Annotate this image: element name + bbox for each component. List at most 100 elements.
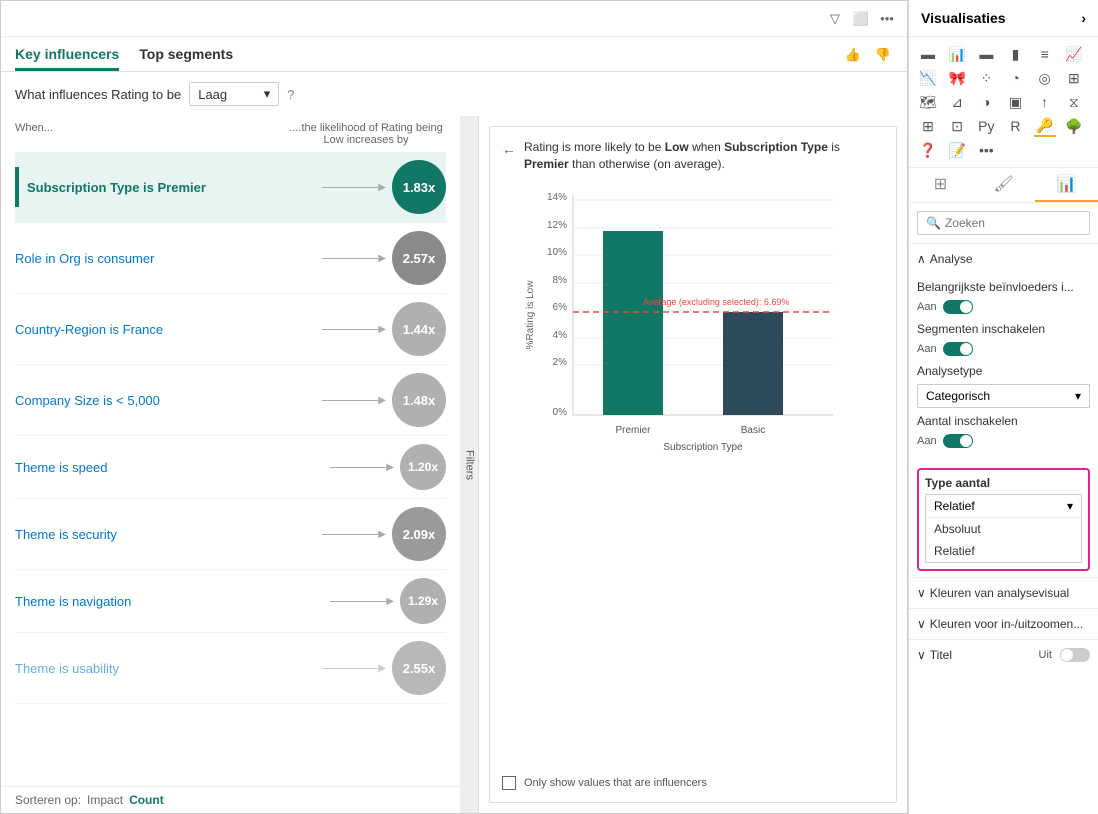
arrow-line	[320, 601, 400, 602]
svg-text:6%: 6%	[553, 302, 568, 313]
donut-chart-icon[interactable]: ◎	[1034, 67, 1056, 89]
left-panel: When... ....the likelihood of Rating bei…	[1, 116, 461, 813]
list-item[interactable]: Theme is speed 1.20x	[15, 436, 446, 499]
table-icon[interactable]: ⊞	[917, 115, 939, 137]
decomp-tree-icon[interactable]: 🌳	[1063, 115, 1085, 137]
treemap-icon[interactable]: ⊞	[1063, 67, 1085, 89]
influencer-bubble: 1.20x	[400, 444, 446, 490]
line-chart-icon[interactable]: 📈	[1063, 43, 1085, 65]
list-item[interactable]: Theme is security 2.09x	[15, 499, 446, 570]
qna-icon[interactable]: ❓	[917, 139, 939, 161]
slicer-icon[interactable]: ⧖	[1063, 91, 1085, 113]
titel-toggle[interactable]	[1060, 648, 1090, 662]
tab-fields[interactable]: ⊞	[909, 168, 972, 202]
list-item[interactable]: Theme is navigation 1.29x	[15, 570, 446, 633]
sidebar-header: Visualisaties ›	[909, 0, 1098, 37]
titel-label: Titel	[930, 648, 952, 662]
arrow-line	[312, 187, 392, 188]
tab-top-segments[interactable]: Top segments	[139, 46, 233, 71]
help-icon[interactable]: ?	[287, 87, 294, 102]
filters-strip[interactable]: Filters	[461, 116, 479, 813]
key-influencers-icon[interactable]: 🔑	[1034, 115, 1056, 137]
card-icon[interactable]: ▣	[1004, 91, 1026, 113]
tab-format[interactable]: 🖌	[972, 168, 1035, 202]
smart-narrative-icon[interactable]: 📝	[946, 139, 968, 161]
matrix-icon[interactable]: ⊡	[946, 115, 968, 137]
content-area: When... ....the likelihood of Rating bei…	[1, 116, 907, 813]
list-item[interactable]: Country-Region is France 1.44x	[15, 294, 446, 365]
only-influencers-checkbox[interactable]	[502, 776, 516, 790]
search-input[interactable]	[945, 216, 1098, 230]
list-item[interactable]: Theme is usability 2.55x	[15, 633, 446, 704]
thumbs-down-icon[interactable]: 👎	[873, 45, 893, 65]
area-chart-icon[interactable]: 📉	[917, 67, 939, 89]
kpi-icon[interactable]: ↑	[1034, 91, 1056, 113]
ribbon-chart-icon[interactable]: 🎀	[946, 67, 968, 89]
bar-chart-icon[interactable]: ▬	[917, 43, 939, 65]
tabs-container: Key influencers Top segments	[15, 46, 233, 71]
kleuren-analyse-header[interactable]: ∨ Kleuren van analysevisual	[909, 578, 1098, 608]
clustered-bar-icon[interactable]: ≡	[1034, 43, 1056, 65]
chevron-down-icon: ▾	[1067, 499, 1073, 513]
analysetype-dropdown[interactable]: Categorisch ▾	[917, 384, 1090, 408]
r-visual-icon[interactable]: R	[1004, 115, 1026, 137]
stacked-bar-icon[interactable]: ▬	[975, 43, 997, 65]
scatter-icon[interactable]: ⁘	[975, 67, 997, 89]
arrow-line	[320, 467, 400, 468]
list-item[interactable]: Role in Org is consumer 2.57x	[15, 223, 446, 294]
bar-basic[interactable]	[723, 312, 783, 415]
tab-key-influencers[interactable]: Key influencers	[15, 46, 119, 71]
segmenten-toggle-row: Aan	[917, 342, 1090, 356]
kleuren-inuit-section: ∨ Kleuren voor in-/uitzoomen...	[909, 608, 1098, 639]
analyse-header[interactable]: ∧ Analyse	[909, 244, 1098, 274]
segmenten-toggle[interactable]	[943, 342, 973, 356]
detail-header: ← Rating is more likely to be Low when S…	[502, 139, 884, 173]
sidebar-chevron-right-icon[interactable]: ›	[1081, 10, 1086, 26]
belangrijkste-toggle[interactable]	[943, 300, 973, 314]
col-when-header: When...	[15, 122, 286, 146]
rating-dropdown[interactable]: Laag ▾	[189, 82, 279, 106]
type-aantal-dropdown: Relatief ▾ Absoluut Relatief	[925, 494, 1082, 563]
analyse-section: ∧ Analyse Belangrijkste beïnvloeders i..…	[909, 243, 1098, 462]
stacked-col-icon[interactable]: ▮	[1004, 43, 1026, 65]
funnel-icon[interactable]: ⊿	[946, 91, 968, 113]
tab-analytics[interactable]: 📊	[1035, 168, 1098, 202]
option-absoluut[interactable]: Absoluut	[926, 518, 1081, 540]
list-item[interactable]: Subscription Type is Premier 1.83x	[15, 152, 446, 223]
option-relatief[interactable]: Relatief	[926, 540, 1081, 562]
gauge-icon[interactable]: ◑	[975, 91, 997, 113]
pie-chart-icon[interactable]: ◔	[1004, 67, 1026, 89]
list-item[interactable]: Company Size is < 5,000 1.48x	[15, 365, 446, 436]
chevron-up-icon: ∧	[917, 252, 926, 266]
back-arrow[interactable]: ←	[502, 140, 516, 160]
svg-text:Basic: Basic	[741, 425, 765, 436]
filter-icon[interactable]: ▽	[825, 9, 845, 29]
sidebar-tabs: ⊞ 🖌 📊	[909, 168, 1098, 203]
python-icon[interactable]: Py	[975, 115, 997, 137]
sort-impact[interactable]: Impact	[87, 793, 123, 807]
column-chart-icon[interactable]: 📊	[946, 43, 968, 65]
arrow-line	[312, 668, 392, 669]
segmenten-toggle-label: Aan	[917, 343, 937, 355]
kleuren-analyse-section: ∨ Kleuren van analysevisual	[909, 577, 1098, 608]
sidebar-title: Visualisaties	[921, 10, 1006, 26]
analyse-label: Analyse	[930, 252, 973, 266]
search-box: 🔍	[917, 211, 1090, 235]
detail-panel: ← Rating is more likely to be Low when S…	[489, 126, 897, 803]
aantal-toggle[interactable]	[943, 434, 973, 448]
kleuren-inuit-label: Kleuren voor in-/uitzoomen...	[930, 617, 1083, 631]
influencer-label: Theme is usability	[15, 661, 312, 676]
titel-header[interactable]: ∨ Titel Uit	[909, 640, 1098, 670]
more-icon[interactable]: •••	[877, 9, 897, 29]
belangrijkste-toggle-row: Aan	[917, 300, 1090, 314]
expand-icon[interactable]: ⬜	[851, 9, 871, 29]
bar-premier[interactable]	[603, 231, 663, 415]
type-aantal-selected[interactable]: Relatief ▾	[926, 495, 1081, 518]
more-icons-icon[interactable]: •••	[975, 139, 997, 161]
svg-text:2%: 2%	[553, 357, 568, 368]
thumbs-up-icon[interactable]: 👍	[843, 45, 863, 65]
influencer-label: Country-Region is France	[15, 322, 312, 337]
sort-count[interactable]: Count	[129, 793, 164, 807]
kleuren-inuit-header[interactable]: ∨ Kleuren voor in-/uitzoomen...	[909, 609, 1098, 639]
map-icon[interactable]: 🗺	[917, 91, 939, 113]
